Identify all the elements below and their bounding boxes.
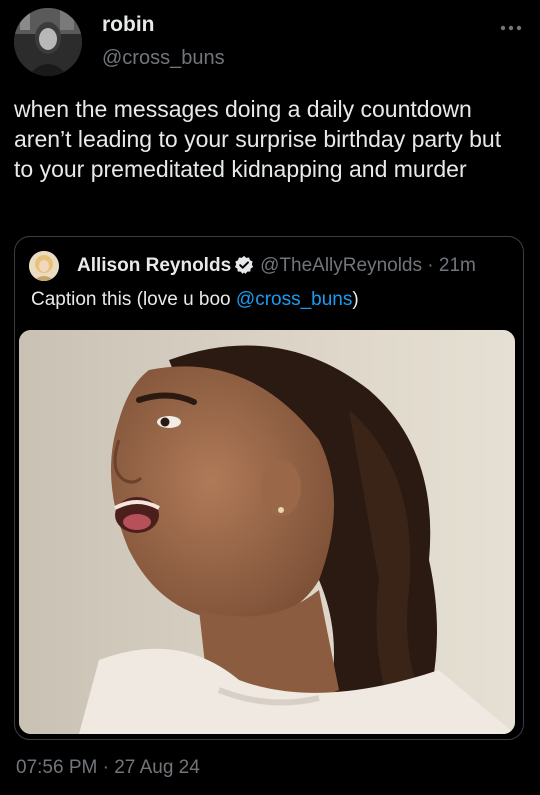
- quoted-time[interactable]: 21m: [439, 255, 476, 276]
- quote-tweet-card[interactable]: Allison Reynolds @TheAllyReynolds · 21m C…: [14, 236, 524, 740]
- timestamp-separator: ·: [102, 757, 109, 778]
- quoted-text: Caption this (love u boo @cross_buns): [31, 288, 359, 312]
- quoted-separator: ·: [427, 255, 434, 276]
- quoted-mention-link[interactable]: @cross_buns: [236, 289, 352, 310]
- quoted-media-photo[interactable]: [19, 330, 515, 734]
- verified-badge-icon: [234, 255, 254, 282]
- quoted-display-name[interactable]: Allison Reynolds: [77, 255, 231, 276]
- more-horizontal-icon[interactable]: [498, 18, 524, 38]
- quoted-header: Allison Reynolds @TheAllyReynolds · 21m: [77, 254, 513, 282]
- quoted-handle[interactable]: @TheAllyReynolds: [260, 255, 422, 276]
- profile-photo: [29, 251, 59, 281]
- tweet-timestamp[interactable]: 07:56 PM · 27 Aug 24: [16, 757, 200, 779]
- author-handle[interactable]: @cross_buns: [102, 47, 225, 70]
- photo-shocked-woman: [19, 330, 515, 734]
- tweet-date: 27 Aug 24: [114, 757, 200, 778]
- tweet-time: 07:56 PM: [16, 757, 98, 778]
- profile-photo: [14, 8, 82, 76]
- author-display-name[interactable]: robin: [102, 13, 155, 37]
- quoted-text-after: ): [352, 289, 359, 310]
- quoted-author-avatar[interactable]: [29, 251, 59, 281]
- tweet-text: when the messages doing a daily countdow…: [14, 96, 502, 182]
- quoted-text-before: Caption this (love u boo: [31, 289, 236, 310]
- author-avatar[interactable]: [14, 8, 82, 76]
